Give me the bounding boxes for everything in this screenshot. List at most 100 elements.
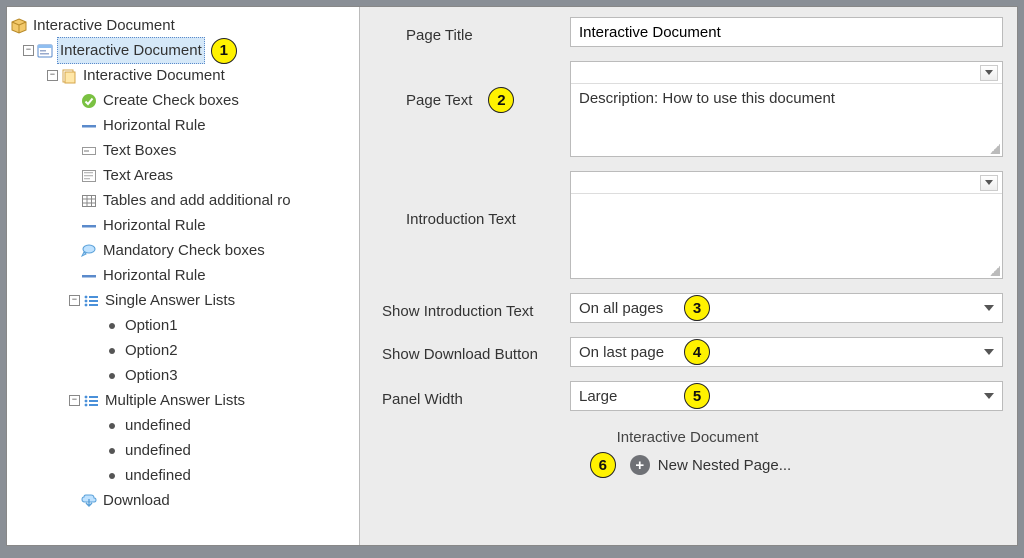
mandatory-icon (81, 243, 97, 259)
bullet-icon (109, 473, 115, 479)
show-download-value: On last page (579, 344, 664, 361)
collapse-toggle[interactable] (47, 70, 58, 81)
bullet-icon (109, 323, 115, 329)
resize-handle-icon[interactable] (990, 144, 1000, 154)
collapse-toggle[interactable] (69, 295, 80, 306)
tree-option[interactable]: Option2 (11, 338, 355, 363)
row-show-intro: Show Introduction Text On all pages 3 (372, 293, 1003, 323)
tree-item-label: Horizontal Rule (101, 213, 208, 238)
row-page-text: Page Text 2 Description: How to use this… (372, 61, 1003, 157)
tree-option-label: Option2 (123, 338, 180, 363)
tree-node-label: Download (101, 488, 172, 513)
tree-root-label: Interactive Document (31, 13, 177, 38)
tree-option-label: undefined (123, 413, 193, 438)
label-show-intro: Show Introduction Text (372, 297, 570, 320)
tree-root[interactable]: Interactive Document (11, 13, 355, 38)
new-nested-page-button[interactable]: + New Nested Page... (630, 455, 791, 475)
show-intro-select[interactable]: On all pages (570, 293, 1003, 323)
tree-item-label: Text Boxes (101, 138, 178, 163)
new-nested-page-label: New Nested Page... (658, 457, 791, 474)
tree-option[interactable]: undefined (11, 463, 355, 488)
footer-title: Interactive Document (372, 429, 1003, 446)
footer: Interactive Document 6 + New Nested Page… (372, 429, 1003, 478)
textarea-icon (81, 168, 97, 184)
tree-item[interactable]: Text Boxes (11, 138, 355, 163)
tree-option-label: Option3 (123, 363, 180, 388)
dropdown-icon[interactable] (980, 65, 998, 81)
callout-2: 2 (488, 87, 514, 113)
plus-circle-icon: + (630, 455, 650, 475)
tree-item[interactable]: Horizontal Rule (11, 113, 355, 138)
properties-panel: Page Title Page Text 2 Description: How … (359, 7, 1017, 545)
chevron-down-icon (984, 393, 994, 399)
row-page-title: Page Title (372, 17, 1003, 47)
tree-node-label: Interactive Document (57, 37, 205, 64)
hr-icon (81, 268, 97, 284)
tree-node-label: Interactive Document (81, 63, 227, 88)
page-title-input[interactable] (570, 17, 1003, 47)
panel-width-select[interactable]: Large (570, 381, 1003, 411)
dropdown-icon[interactable] (980, 175, 998, 191)
label-page-title: Page Title (372, 21, 570, 44)
page-text-value: Description: How to use this document (579, 90, 835, 107)
tree-node-level2[interactable]: Interactive Document (11, 63, 355, 88)
document-window-icon (37, 43, 53, 59)
callout-4: 4 (684, 339, 710, 365)
collapse-toggle[interactable] (23, 45, 34, 56)
textbox-icon (81, 143, 97, 159)
tree-item[interactable]: Text Areas (11, 163, 355, 188)
hr-icon (81, 118, 97, 134)
download-icon (81, 493, 97, 509)
tree-option[interactable]: undefined (11, 438, 355, 463)
bullet-icon (109, 348, 115, 354)
list-icon (83, 393, 99, 409)
bullet-icon (109, 448, 115, 454)
tree-option[interactable]: Option1 (11, 313, 355, 338)
check-icon (81, 93, 97, 109)
page-text-editor[interactable]: Description: How to use this document (570, 61, 1003, 157)
tree-item-label: Create Check boxes (101, 88, 241, 113)
tree-option[interactable]: undefined (11, 413, 355, 438)
tree-item[interactable]: Tables and add additional ro (11, 188, 355, 213)
tree-panel: Interactive Document Interactive Documen… (7, 7, 359, 545)
collapse-toggle[interactable] (69, 395, 80, 406)
bullet-icon (109, 423, 115, 429)
tree-option-label: undefined (123, 463, 193, 488)
tree-item-label: Text Areas (101, 163, 175, 188)
tree-node-multi-list[interactable]: Multiple Answer Lists (11, 388, 355, 413)
table-icon (81, 193, 97, 209)
row-intro-text: Introduction Text (372, 171, 1003, 279)
label-panel-width: Panel Width (372, 385, 570, 408)
intro-text-editor[interactable] (570, 171, 1003, 279)
tree-node-label: Single Answer Lists (103, 288, 237, 313)
tree-item-label: Tables and add additional ro (101, 188, 293, 213)
tree-item-label: Horizontal Rule (101, 263, 208, 288)
tree-node-download[interactable]: Download (11, 488, 355, 513)
tree-item[interactable]: Horizontal Rule (11, 213, 355, 238)
tree-item-label: Mandatory Check boxes (101, 238, 267, 263)
tree-option-label: Option1 (123, 313, 180, 338)
folder-page-icon (61, 68, 77, 84)
tree-item[interactable]: Mandatory Check boxes (11, 238, 355, 263)
show-download-select[interactable]: On last page (570, 337, 1003, 367)
list-icon (83, 293, 99, 309)
show-intro-value: On all pages (579, 300, 663, 317)
bullet-icon (109, 373, 115, 379)
tree-node-selected[interactable]: Interactive Document 1 (11, 38, 355, 63)
resize-handle-icon[interactable] (990, 266, 1000, 276)
row-show-download: Show Download Button On last page 4 (372, 337, 1003, 367)
package-icon (11, 18, 27, 34)
tree-item-label: Horizontal Rule (101, 113, 208, 138)
tree-node-label: Multiple Answer Lists (103, 388, 247, 413)
callout-6: 6 (590, 452, 616, 478)
tree-option[interactable]: Option3 (11, 363, 355, 388)
tree-node-single-list[interactable]: Single Answer Lists (11, 288, 355, 313)
chevron-down-icon (984, 349, 994, 355)
callout-1: 1 (211, 38, 237, 64)
callout-3: 3 (684, 295, 710, 321)
tree: Interactive Document Interactive Documen… (11, 13, 355, 513)
label-page-text: Page Text (406, 92, 472, 109)
tree-item[interactable]: Horizontal Rule (11, 263, 355, 288)
tree-item[interactable]: Create Check boxes (11, 88, 355, 113)
panel-width-value: Large (579, 388, 617, 405)
